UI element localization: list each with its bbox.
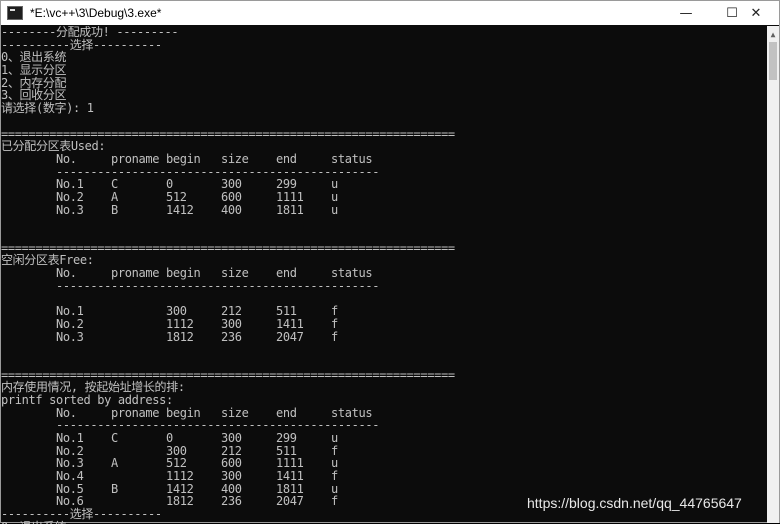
console-line: ========================================…: [1, 240, 455, 255]
console-line: No. proname begin size end status: [1, 266, 373, 281]
console-line: ----------------------------------------…: [1, 278, 380, 293]
vertical-scrollbar[interactable]: ▲: [767, 26, 779, 523]
console-line: No.1 C 0 300 299 u: [1, 431, 338, 445]
scroll-thumb[interactable]: [769, 42, 777, 80]
title-bar[interactable]: *E:\vc++\3\Debug\3.exe* — ☐ ✕: [1, 1, 779, 25]
console-line: 已分配分区表Used:: [1, 139, 106, 154]
console-line: ========================================…: [1, 126, 455, 141]
window-title: *E:\vc++\3\Debug\3.exe*: [30, 6, 162, 20]
console-line: --------分配成功! ---------: [1, 26, 179, 39]
watermark-text: https://blog.csdn.net/qq_44765647: [527, 495, 742, 511]
console-lines: --------分配成功! --------- ----------选择-----…: [1, 26, 767, 524]
console-line: 3、回收分区: [1, 88, 67, 103]
console-line: No. proname begin size end status: [1, 151, 373, 166]
console-line: No.1 300 212 511 f: [1, 304, 338, 319]
minimize-icon: —: [679, 5, 693, 21]
console-line: No.4 1112 300 1411 f: [1, 469, 338, 484]
console-line: ----------选择----------: [1, 37, 162, 52]
console-line: No.2 A 512 600 1111 u: [1, 189, 338, 204]
close-icon: ✕: [750, 5, 762, 21]
console-line: No.3 1812 236 2047 f: [1, 329, 338, 344]
close-button[interactable]: ✕: [733, 1, 779, 25]
console-window: *E:\vc++\3\Debug\3.exe* — ☐ ✕ --------分配…: [0, 0, 780, 524]
console-line: No.3 B 1412 400 1811 u: [1, 202, 338, 217]
console-line: printf sorted by address:: [1, 392, 173, 407]
console-line: 0、退出系统: [1, 50, 67, 65]
console-line: 请选择(数字): 1: [1, 101, 94, 116]
minimize-button[interactable]: —: [663, 1, 709, 25]
console-app-icon: [7, 6, 23, 20]
console-line: No.2 1112 300 1411 f: [1, 316, 338, 331]
console-line: 2、内存分配: [1, 75, 67, 90]
console-line: 1、显示分区: [1, 63, 67, 78]
console-output[interactable]: --------分配成功! --------- ----------选择-----…: [1, 26, 767, 524]
scroll-up-arrow-icon[interactable]: ▲: [767, 28, 779, 40]
